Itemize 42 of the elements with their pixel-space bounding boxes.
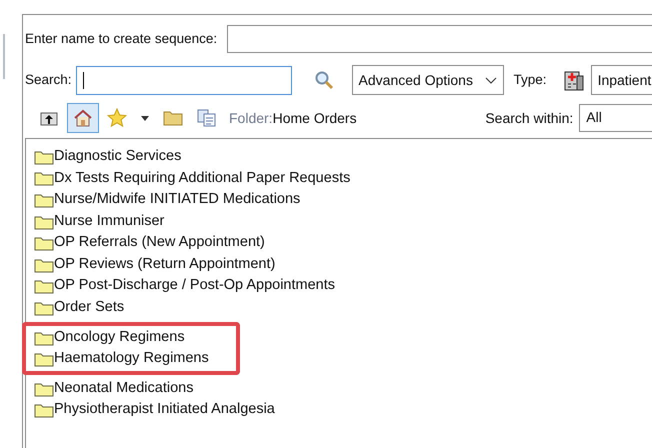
folder-name[interactable]: Nurse Immuniser	[54, 210, 164, 232]
advanced-options-dropdown[interactable]: Advanced Options	[352, 65, 504, 95]
folder-name[interactable]: Neonatal Medications	[54, 378, 194, 400]
folder-name[interactable]: Order Sets	[54, 297, 124, 319]
search-within-label: Search within:	[485, 108, 574, 128]
folder-icon	[34, 192, 54, 208]
search-within-field[interactable]: All	[579, 104, 652, 132]
star-icon	[107, 108, 127, 128]
search-field[interactable]	[76, 66, 292, 94]
folder-icon	[34, 402, 54, 418]
folder-icon	[34, 235, 54, 252]
folder-name[interactable]: Physiotherapist Initiated Analgesia	[54, 399, 275, 422]
folder-name[interactable]: OP Post-Discharge / Post-Op Appointments	[54, 275, 336, 298]
folder-name[interactable]: Haematology Regimens	[54, 348, 209, 370]
folder-icon	[34, 256, 54, 273]
folder-name[interactable]: OP Referrals (New Appointment)	[54, 232, 265, 254]
folder-icon	[34, 351, 54, 368]
folder-name[interactable]: Dx Tests Requiring Additional Paper Requests	[54, 168, 350, 190]
sequence-name-label: Enter name to create sequence:	[25, 30, 218, 48]
search-label: Search:	[25, 70, 72, 89]
folder-icon	[34, 170, 54, 186]
folder-icon	[34, 300, 54, 316]
folder-icon	[34, 148, 54, 165]
folder-path: Home Orders	[272, 108, 357, 128]
type-field[interactable]: Inpatient	[590, 65, 652, 95]
folder-icon	[34, 214, 54, 230]
search-icon[interactable]	[314, 70, 334, 90]
home-icon	[73, 108, 93, 128]
caret-icon	[141, 116, 149, 120]
folder-icon	[34, 330, 54, 346]
type-label: Type:	[514, 70, 547, 89]
folder-name[interactable]: Oncology Regimens	[54, 326, 185, 348]
folder-icon	[163, 110, 183, 126]
folder-name[interactable]: Nurse/Midwife INITIATED Medications	[54, 189, 300, 211]
sequence-name-field[interactable]	[227, 25, 652, 53]
folder-name[interactable]: OP Reviews (Return Appointment)	[54, 254, 276, 276]
folder-name[interactable]: Diagnostic Services	[54, 146, 182, 168]
folder-icon	[34, 380, 54, 397]
copy-icon	[197, 109, 217, 127]
folder-label: Folder:	[229, 108, 273, 128]
chevron-down-icon	[484, 76, 497, 84]
folder-icon	[34, 278, 54, 294]
